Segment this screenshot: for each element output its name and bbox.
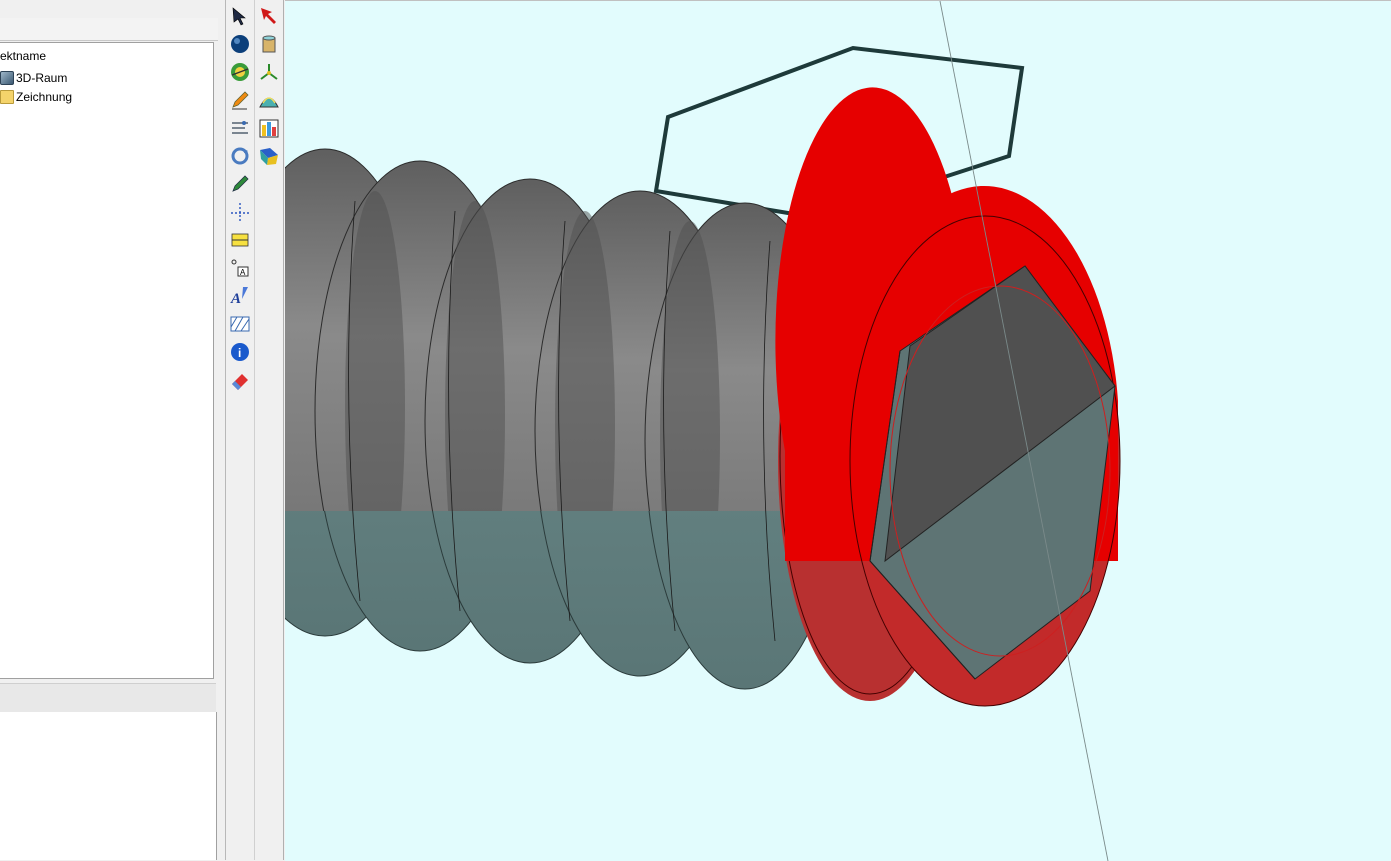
3d-viewport[interactable]: [285, 0, 1391, 861]
tree-item-zeichnung[interactable]: Zeichnung: [0, 88, 72, 106]
tree-item-label: Zeichnung: [16, 90, 73, 104]
info-icon[interactable]: i: [228, 340, 252, 364]
svg-text:i: i: [238, 346, 241, 360]
tree-item-label: 3D-Raum: [16, 71, 68, 85]
tree-item-3d-raum[interactable]: 3D-Raum: [0, 69, 67, 87]
svg-text:A: A: [240, 268, 246, 277]
select-pointer-icon[interactable]: [228, 4, 252, 28]
axes-icon[interactable]: [257, 60, 281, 84]
dimension-icon[interactable]: [228, 228, 252, 252]
panel-splitter[interactable]: [0, 683, 216, 713]
surface-icon[interactable]: [257, 88, 281, 112]
pencil-orange-icon[interactable]: [228, 88, 252, 112]
object-tree[interactable]: ektname 3D-Raum Zeichnung: [0, 42, 214, 679]
dotted-axis-icon[interactable]: [228, 200, 252, 224]
color-chart-icon[interactable]: [257, 116, 281, 140]
tree-column-header: ektname: [0, 49, 47, 63]
panel-header-strip: [0, 18, 218, 41]
render-book-icon[interactable]: [257, 144, 281, 168]
sphere-icon[interactable]: [228, 32, 252, 56]
rotate-icon[interactable]: [228, 144, 252, 168]
globe-view-icon[interactable]: [228, 60, 252, 84]
drawing-icon: [0, 90, 14, 104]
properties-area: [0, 712, 217, 860]
eraser-icon[interactable]: [228, 368, 252, 392]
object-panel: ektname 3D-Raum Zeichnung: [0, 0, 222, 860]
svg-text:A: A: [230, 291, 241, 307]
selected-head[interactable]: [775, 87, 1121, 707]
3d-space-icon: [0, 71, 14, 85]
toolbar-secondary: [255, 0, 284, 860]
screw-render: [285, 1, 1121, 861]
pencil-green-icon[interactable]: [228, 172, 252, 196]
text-edit-icon[interactable]: A: [228, 284, 252, 308]
hatch-icon[interactable]: [228, 312, 252, 336]
transform-tools-icon[interactable]: [228, 116, 252, 140]
text-label-icon[interactable]: A: [228, 256, 252, 280]
red-arrow-icon[interactable]: [257, 4, 281, 28]
solid-cylinder-icon[interactable]: [257, 32, 281, 56]
toolbar-main: A A i: [225, 0, 255, 860]
